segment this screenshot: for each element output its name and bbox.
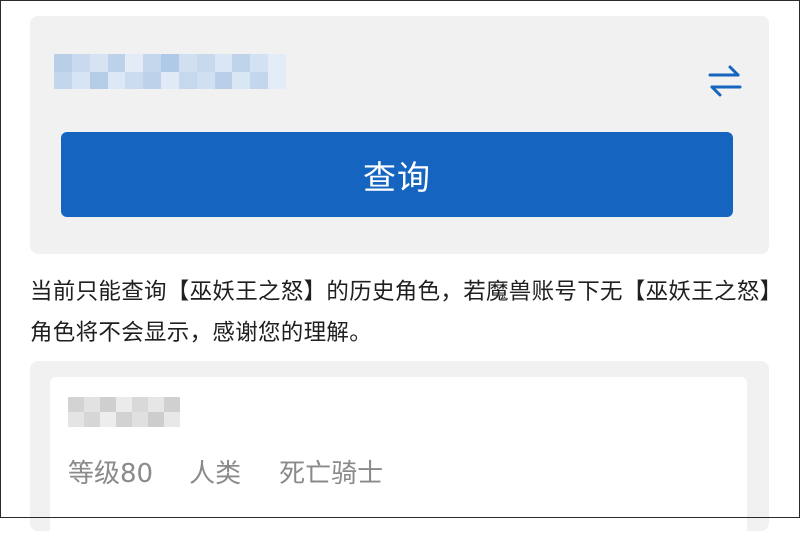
character-results: 等级80 人类 死亡骑士 xyxy=(30,361,769,537)
character-race: 人类 xyxy=(189,459,242,489)
character-class: 死亡骑士 xyxy=(279,459,384,489)
swap-arrows-icon[interactable] xyxy=(706,64,746,100)
account-name-redacted xyxy=(54,54,286,89)
character-level: 等级80 xyxy=(68,459,154,489)
query-button[interactable]: 查询 xyxy=(61,132,733,217)
character-name-redacted xyxy=(68,397,180,427)
character-card[interactable]: 等级80 人类 死亡骑士 xyxy=(50,377,747,537)
query-panel: 查询 xyxy=(30,16,769,254)
swap-arrows-icon-graphic xyxy=(708,65,742,97)
notice-text: 当前只能查询【巫妖王之怒】的历史角色，若魔兽账号下无【巫妖王之怒】角色将不会显示… xyxy=(30,279,772,346)
character-meta: 等级80 人类 死亡骑士 xyxy=(68,453,383,490)
